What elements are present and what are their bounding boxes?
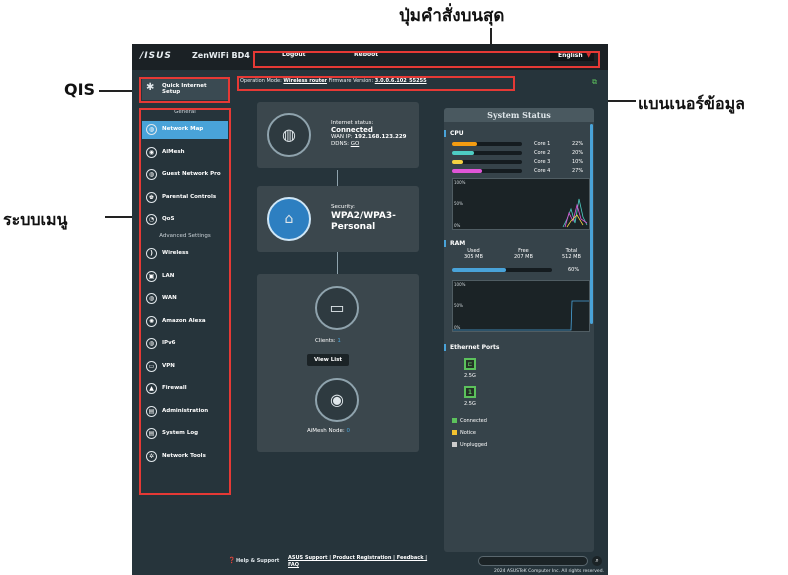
ethernet-marker [444,344,446,351]
annotation-box-top-buttons [253,51,600,68]
cpu-core-label: Core 1 [534,141,551,147]
ram-bar-fill [452,268,506,272]
aimesh-node-icon: ◉ [315,378,359,422]
cpu-bar [452,160,522,164]
annotation-box-qis [139,77,230,103]
ram-title: RAM [450,240,466,247]
copyright: 2024 ASUSTeK Computer Inc. All rights re… [494,569,604,574]
cpu-core-label: Core 2 [534,150,551,156]
ram-graph-line [453,300,589,331]
ram-used: Used 305 MB [464,248,483,260]
ram-marker [444,240,446,247]
legend-connected: Connected [452,418,487,424]
cpu-core-value: 27% [572,168,584,174]
cpu-core-row: Core 3 10% [452,159,592,165]
cpu-core-label: Core 4 [534,168,551,174]
search-input[interactable] [478,556,588,566]
ram-bar [452,268,552,272]
annotation-top-buttons: ปุ่มคำสั่งบนสุด [399,6,505,26]
cpu-bar [452,142,522,146]
monitor-icon: ▭ [315,286,359,330]
status-icon[interactable]: ⧉ [592,78,597,87]
clients-count: Clients: 1 [315,338,341,344]
ram-free: Free 207 MB [514,248,533,260]
help-icon: ❓ [228,557,236,564]
cpu-bar [452,151,522,155]
annotation-box-menu [139,108,231,495]
model-name: ZenWiFi BD4 [192,51,250,60]
cpu-core-label: Core 3 [534,159,551,165]
cpu-core-value: 10% [572,159,584,165]
cpu-core-value: 22% [572,141,584,147]
legend-notice: Notice [452,430,476,436]
support-links[interactable]: ASUS Support | Product Registration | Fe… [288,555,427,561]
cpu-bar-fill [452,160,464,164]
cpu-bar-fill [452,142,477,146]
annotation-qis: QIS [64,80,96,99]
globe-icon: ◍ [267,113,311,157]
ddns-link[interactable]: GO [351,141,360,147]
view-list-button[interactable]: View List [307,354,349,366]
cpu-bar-fill [452,151,475,155]
search-icon[interactable]: ⌕ [592,556,602,566]
router-card[interactable]: ⌂ Security: WPA2/WPA3-Personal [257,186,419,252]
internet-status: Internet status: Connected WAN IP: 192.1… [331,120,407,147]
clients-card[interactable]: ▭ Clients: 1 View List ◉ AiMesh Node: 0 [257,274,419,452]
ethernet-title: Ethernet Ports [450,344,500,351]
status-scrollbar[interactable] [590,124,593,324]
ram-graph: 100% 50% 0% [452,280,590,332]
legend-unplugged: Unplugged [452,442,487,448]
internet-card[interactable]: ◍ Internet status: Connected WAN IP: 192… [257,102,419,168]
annotation-menu: ระบบเมนู [3,210,68,229]
cpu-title: CPU [450,130,464,137]
security-info: Security: WPA2/WPA3-Personal [331,204,396,232]
cpu-marker [444,130,446,137]
annotation-box-banner [237,76,515,91]
cpu-bar [452,169,522,173]
system-status-panel: System Status CPU Core 1 22% Core 2 20% Core… [444,108,594,552]
ethernet-port-1[interactable]: ⊏ [464,358,476,370]
router-icon: ⌂ [267,197,311,241]
ram-percent: 60% [568,267,580,273]
cpu-bar-fill [452,169,483,173]
cpu-core-row: Core 1 22% [452,141,592,147]
footer: ❓ Help & Support ASUS Support | Product … [228,552,608,575]
annotation-line [105,216,135,218]
port-1-label: 2.5G [464,373,476,379]
cpu-graph: 100% 50% 0% [452,178,590,230]
help-support-label: Help & Support [236,558,280,564]
ram-total: Total 512 MB [562,248,581,260]
cpu-core-row: Core 4 27% [452,168,592,174]
cpu-core-value: 20% [572,150,584,156]
port-2-label: 2.5G [464,401,476,407]
asus-logo: /ISUS [140,51,172,61]
annotation-banner: แบนเนอร์ข้อมูล [638,94,745,113]
cpu-graph-lines [562,198,588,228]
cpu-core-row: Core 2 20% [452,150,592,156]
system-status-title: System Status [444,108,594,122]
faq-link[interactable]: FAQ [288,562,299,568]
aimesh-node-count: AiMesh Node: 0 [307,428,350,434]
ethernet-port-2[interactable]: 1 [464,386,476,398]
